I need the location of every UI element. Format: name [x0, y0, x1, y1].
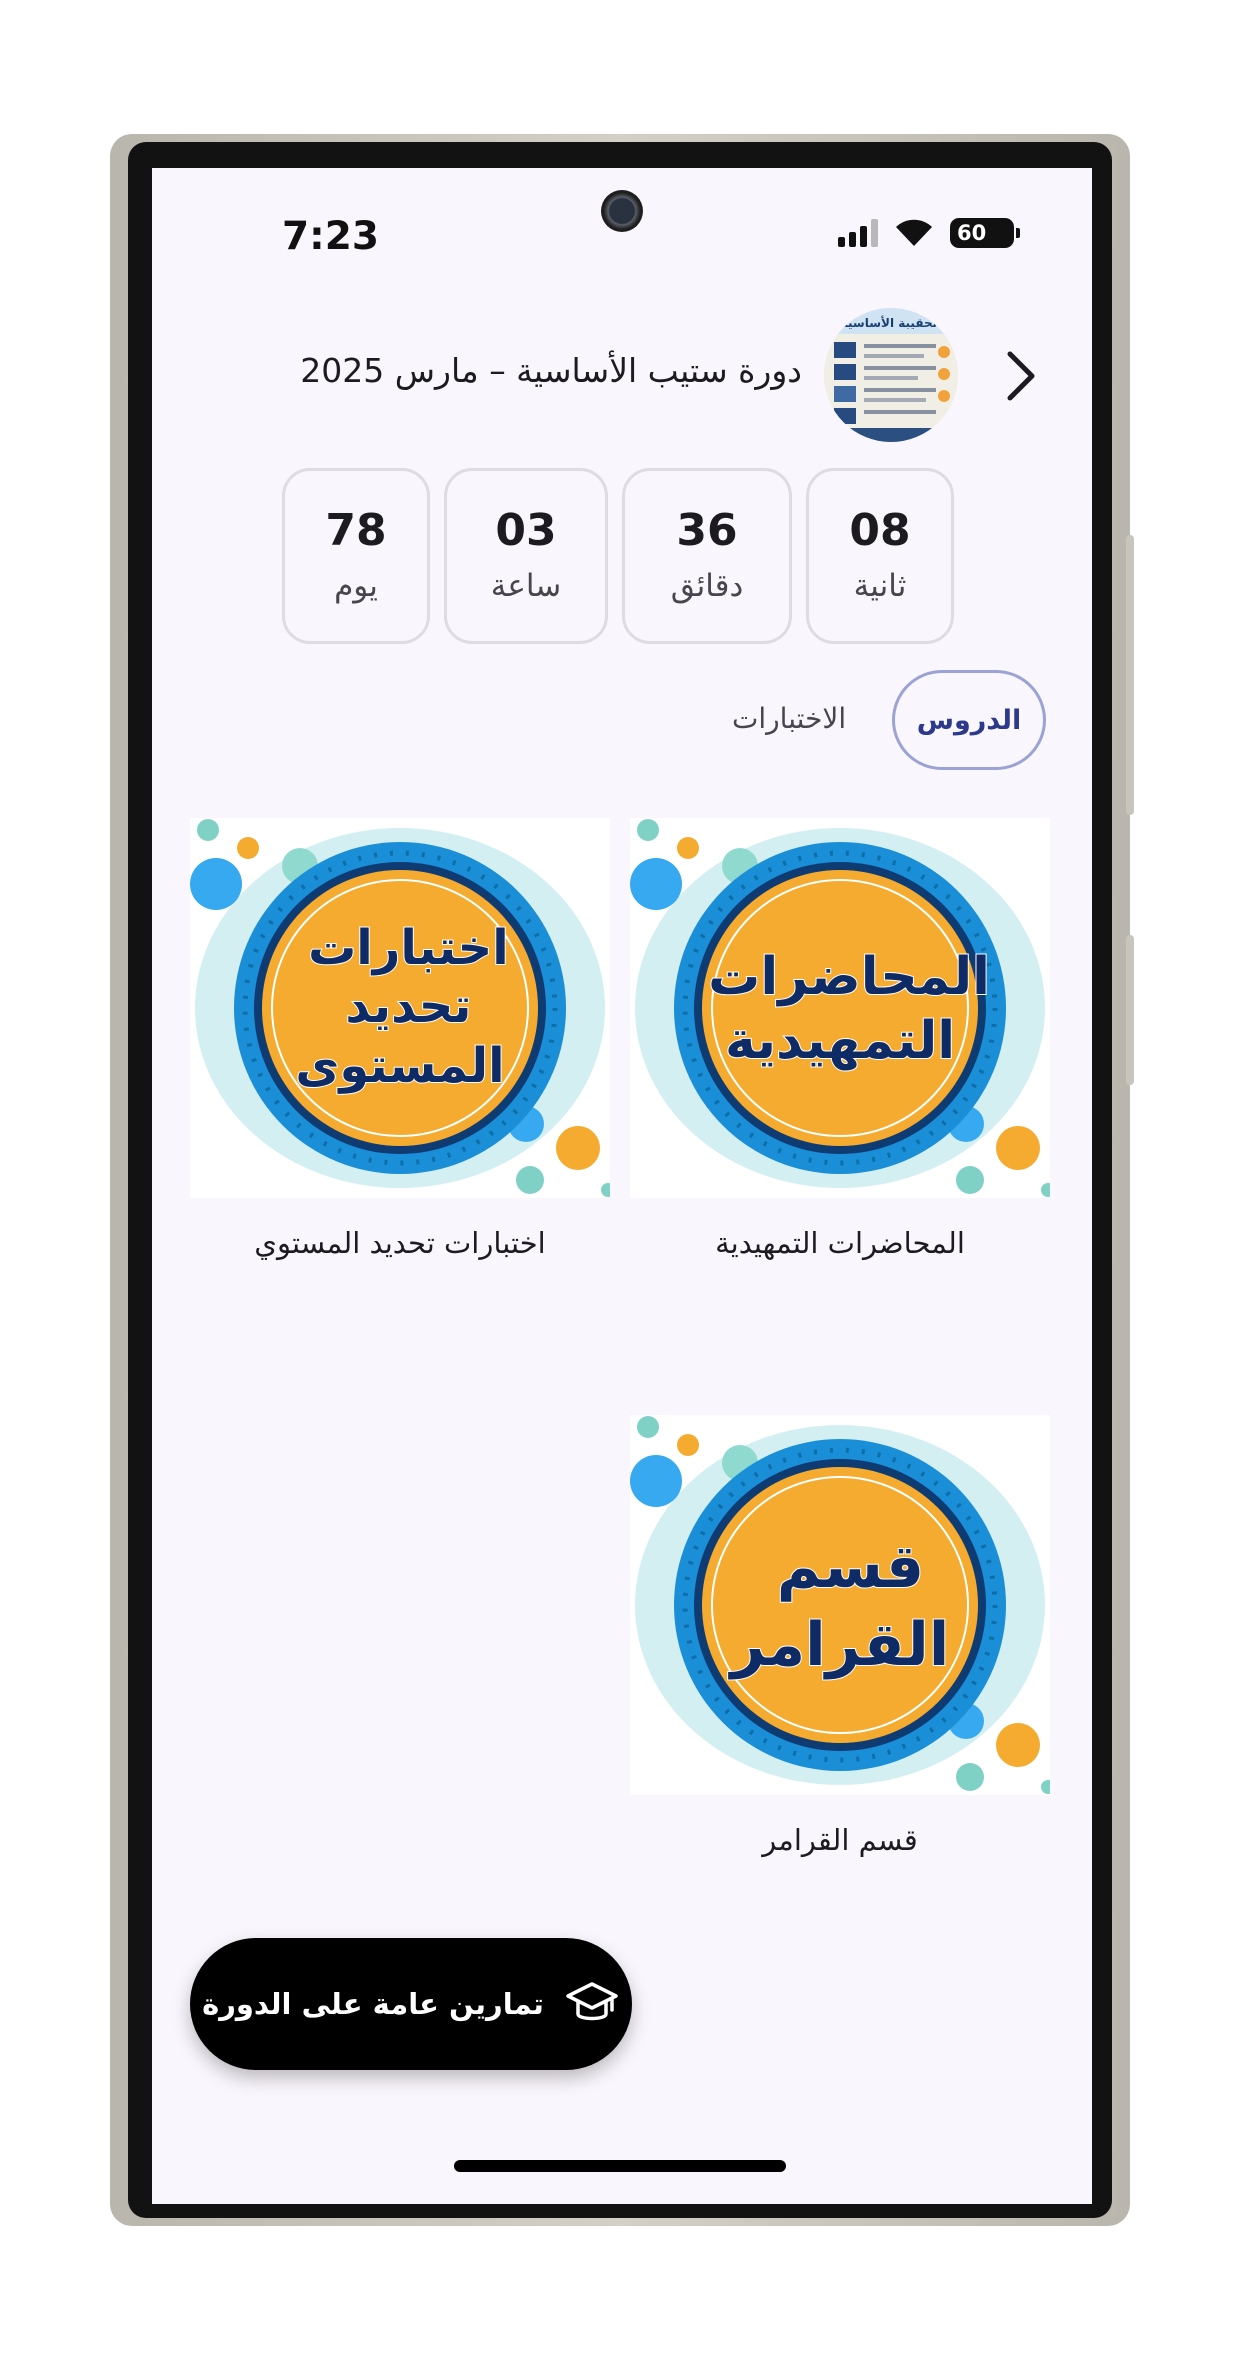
fab-label: تمارين عامة على الدورة	[202, 1987, 544, 2021]
course-title: دورة ستيب الأساسية – مارس 2025	[300, 351, 802, 390]
badge-line: تحديد	[345, 978, 471, 1034]
chevron-right-icon	[1007, 351, 1035, 401]
thumbnail-text: الحقيبة الأساسية	[841, 315, 942, 330]
tab-exams[interactable]: الاختبارات	[732, 702, 846, 735]
card-title: المحاضرات التمهيدية	[715, 1226, 965, 1260]
course-section-badge: اختبارات تحديد المستوى	[190, 818, 610, 1198]
card-placement-tests[interactable]: اختبارات تحديد المستوى اختبارات تحديد ال…	[190, 818, 610, 1260]
front-camera	[601, 190, 643, 232]
countdown-value: 03	[495, 505, 557, 556]
badge-line: التمهيدية	[725, 1011, 955, 1071]
card-grammar[interactable]: قسم القرامر قسم القرامر	[630, 1415, 1050, 1857]
battery-level: 60	[957, 221, 987, 245]
app-screen: 7:23 60 الحقيبة الأساسية دورة ستيب الأسا…	[152, 168, 1092, 2204]
badge-line: المستوى	[295, 1038, 504, 1094]
badge-line: المحاضرات	[708, 947, 990, 1007]
course-thumbnail: الحقيبة الأساسية	[824, 308, 958, 442]
countdown-label: دقائق	[670, 568, 744, 604]
card-intro-lectures[interactable]: المحاضرات التمهيدية المحاضرات التمهيدية	[630, 818, 1050, 1260]
status-icons: 60	[838, 218, 1020, 248]
countdown-value: 08	[849, 505, 911, 556]
tab-lessons[interactable]: الدروس	[892, 670, 1046, 770]
countdown-timer: 08 ثانية 36 دقائق 03 ساعة 78 يوم	[152, 468, 1092, 648]
countdown-value: 78	[325, 505, 387, 556]
countdown-label: ساعة	[490, 568, 562, 604]
status-time: 7:23	[282, 214, 380, 259]
course-section-badge: المحاضرات التمهيدية	[630, 818, 1050, 1198]
countdown-value: 36	[676, 505, 738, 556]
side-button	[1126, 535, 1134, 815]
back-button[interactable]	[990, 346, 1050, 406]
countdown-hours: 03 ساعة	[444, 468, 608, 644]
badge-line: قسم	[777, 1532, 924, 1602]
cellular-signal-icon	[838, 219, 878, 247]
battery-icon: 60	[950, 218, 1020, 248]
countdown-days: 78 يوم	[282, 468, 430, 644]
card-title: اختبارات تحديد المستوي	[254, 1226, 546, 1260]
badge-line: اختبارات	[308, 920, 509, 976]
home-indicator[interactable]	[454, 2160, 786, 2172]
countdown-minutes: 36 دقائق	[622, 468, 792, 644]
course-section-badge: قسم القرامر	[630, 1415, 1050, 1795]
device-mockup: 7:23 60 الحقيبة الأساسية دورة ستيب الأسا…	[0, 0, 1245, 2359]
countdown-label: ثانية	[853, 568, 907, 604]
wifi-icon	[896, 219, 932, 246]
countdown-seconds: 08 ثانية	[806, 468, 954, 644]
countdown-label: يوم	[334, 568, 378, 604]
card-title: قسم القرامر	[762, 1823, 918, 1857]
general-exercises-button[interactable]: تمارين عامة على الدورة	[190, 1938, 632, 2070]
graduation-cap-icon	[566, 1982, 618, 2021]
side-button	[1126, 935, 1134, 1085]
badge-line: القرامر	[728, 1610, 950, 1680]
